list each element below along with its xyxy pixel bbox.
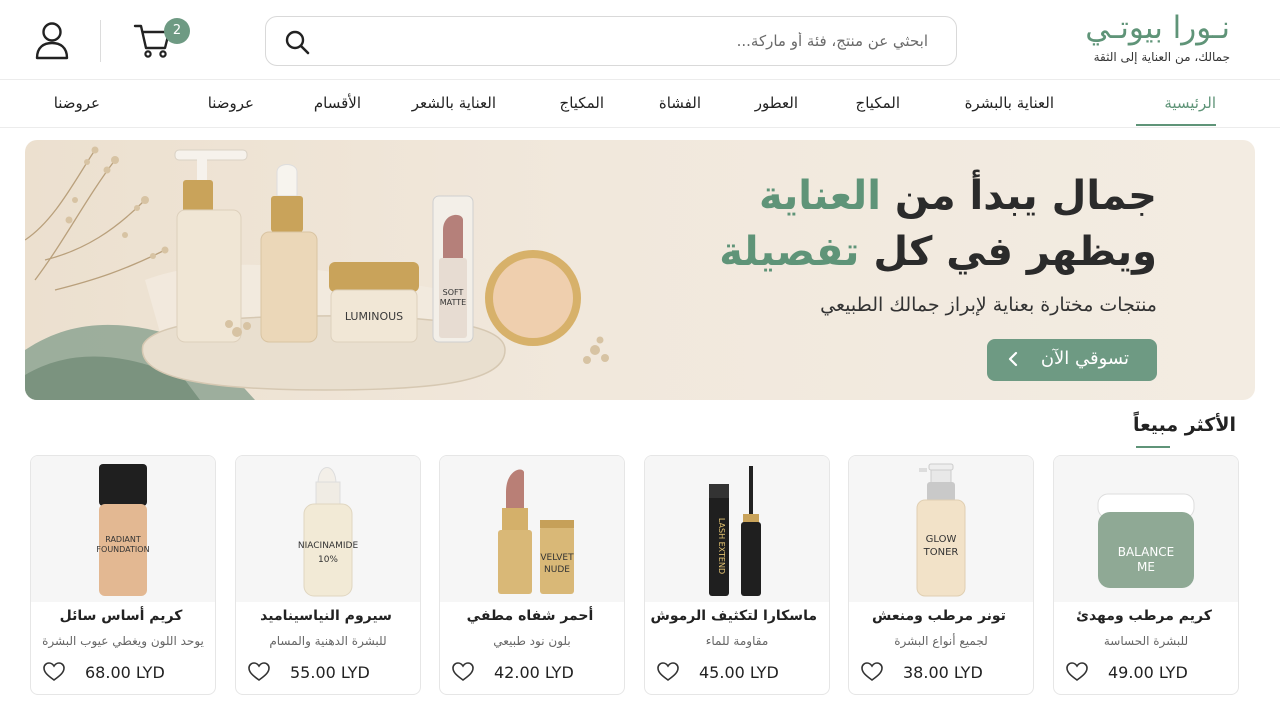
heart-icon[interactable] (43, 662, 65, 682)
header-divider (100, 20, 101, 62)
product-card[interactable]: BALANCE ME كريم مرطب ومهدئ للبشرة الحساس… (1053, 455, 1239, 695)
site-header: نـورا بيوتـي جمالك، من العناية إلى الثقة… (0, 0, 1280, 80)
heart-icon[interactable] (657, 662, 679, 682)
heart-icon[interactable] (861, 662, 883, 682)
nav-item-departments[interactable]: الأقسام (314, 94, 361, 112)
hero-line2-accent: تفصيلة (719, 229, 860, 275)
product-card[interactable]: VELVET NUDE أحمر شفاه مطفي بلون نود طبيع… (439, 455, 625, 695)
product-description: للبشرة الدهنية والمسام (269, 634, 387, 648)
shop-now-button[interactable]: تسوقي الآن (987, 339, 1157, 381)
hero-product-image: LUMINOUS SOFT MATTE (25, 146, 609, 400)
nav-item-perfumes[interactable]: العطور (755, 94, 798, 112)
chevron-left-icon (1008, 351, 1018, 367)
product-price: 45.00 LYD (699, 663, 779, 682)
hero-line2: ويظهر في كل (873, 229, 1157, 275)
nav-item-makeup[interactable]: المكياج (856, 94, 900, 112)
product-card[interactable]: NIACINAMIDE 10% سيروم النياسيناميد للبشر… (235, 455, 421, 695)
main-nav: الرئيسية العناية بالبشرة المكياج العطور … (0, 80, 1280, 128)
product-name[interactable]: سيروم النياسيناميد (244, 608, 408, 624)
nav-item-category[interactable]: الفشاة (659, 94, 701, 112)
product-image: LASH EXTEND (645, 456, 829, 602)
svg-text:FOUNDATION: FOUNDATION (96, 545, 149, 554)
product-name[interactable]: ماسكارا لتكثيف الرموش (651, 608, 817, 624)
nav-item-offers-2[interactable]: عروضنا (54, 94, 100, 112)
heart-icon[interactable] (1066, 662, 1088, 682)
nav-item-offers[interactable]: عروضنا (208, 94, 254, 112)
hero-line1-accent: العناية (758, 173, 881, 219)
section-title-underline (1136, 446, 1170, 448)
heart-icon[interactable] (248, 662, 270, 682)
svg-text:BALANCE: BALANCE (1118, 545, 1175, 559)
svg-text:ME: ME (1137, 560, 1155, 574)
hero-line1: جمال يبدأ من (894, 173, 1157, 219)
product-image: RADIANT FOUNDATION (31, 456, 215, 602)
product-description: بلون نود طبيعي (493, 634, 571, 648)
search-icon[interactable] (284, 29, 310, 55)
svg-text:NUDE: NUDE (544, 565, 570, 575)
product-price: 49.00 LYD (1108, 663, 1188, 682)
nav-item-haircare[interactable]: العناية بالشعر (412, 94, 496, 112)
svg-text:GLOW: GLOW (926, 534, 957, 545)
product-card[interactable]: LASH EXTEND ماسكارا لتكثيف الرموش مقاومة… (644, 455, 830, 695)
product-image: VELVET NUDE (440, 456, 624, 602)
brand-tagline: جمالك، من العناية إلى الثقة (1093, 50, 1230, 64)
shop-now-label: تسوقي الآن (1040, 348, 1129, 369)
hero-headline: جمال يبدأ من العناية ويظهر في كل تفصيلة (719, 168, 1157, 280)
search-bar (265, 16, 957, 66)
user-account-icon[interactable] (34, 20, 70, 60)
hero-banner: LUMINOUS SOFT MATTE جمال يبدأ من العناية… (25, 140, 1255, 400)
search-input[interactable] (368, 17, 928, 65)
svg-text:VELVET: VELVET (540, 553, 574, 563)
product-description: مقاومة للماء (705, 634, 769, 648)
brand-logo[interactable]: نـورا بيوتـي جمالك، من العناية إلى الثقة (1085, 10, 1230, 64)
product-image: BALANCE ME (1054, 456, 1238, 602)
lipstick-label-1: SOFT (443, 288, 464, 297)
lipstick-label-2: MATTE (440, 298, 466, 307)
nav-item-home[interactable]: الرئيسية (1164, 94, 1216, 112)
product-name[interactable]: أحمر شفاه مطفي (448, 608, 612, 624)
cart-count-badge: 2 (164, 18, 190, 44)
heart-icon[interactable] (452, 662, 474, 682)
svg-text:NIACINAMIDE: NIACINAMIDE (298, 541, 359, 551)
nav-item-makeup-2[interactable]: المكياج (560, 94, 604, 112)
bestsellers-title: الأكثر مبيعاً (1132, 414, 1236, 436)
product-name[interactable]: تونر مرطب ومنعش (857, 608, 1021, 624)
product-price: 42.00 LYD (494, 663, 574, 682)
product-image: GLOW TONER (849, 456, 1033, 602)
product-name[interactable]: كريم مرطب ومهدئ (1062, 608, 1226, 624)
product-name[interactable]: كريم أساس سائل (39, 608, 203, 624)
product-price: 55.00 LYD (290, 663, 370, 682)
svg-text:TONER: TONER (923, 547, 959, 558)
product-price: 38.00 LYD (903, 663, 983, 682)
svg-text:RADIANT: RADIANT (105, 535, 141, 544)
nav-active-indicator (1136, 124, 1216, 126)
hero-subtitle: منتجات مختارة بعناية لإبراز جمالك الطبيع… (820, 294, 1157, 316)
svg-text:LASH EXTEND: LASH EXTEND (717, 518, 726, 574)
product-card[interactable]: RADIANT FOUNDATION كريم أساس سائل يوحد ا… (30, 455, 216, 695)
brand-name: نـورا بيوتـي (1085, 10, 1230, 46)
jar-label: LUMINOUS (345, 310, 403, 323)
product-description: لجميع أنواع البشرة (894, 634, 988, 648)
nav-item-skincare[interactable]: العناية بالبشرة (965, 94, 1054, 112)
svg-text:10%: 10% (318, 555, 338, 565)
product-card[interactable]: GLOW TONER تونر مرطب ومنعش لجميع أنواع ا… (848, 455, 1034, 695)
product-image: NIACINAMIDE 10% (236, 456, 420, 602)
product-price: 68.00 LYD (85, 663, 165, 682)
product-description: للبشرة الحساسة (1103, 634, 1189, 648)
product-description: يوحد اللون ويغطي عيوب البشرة (42, 634, 204, 648)
